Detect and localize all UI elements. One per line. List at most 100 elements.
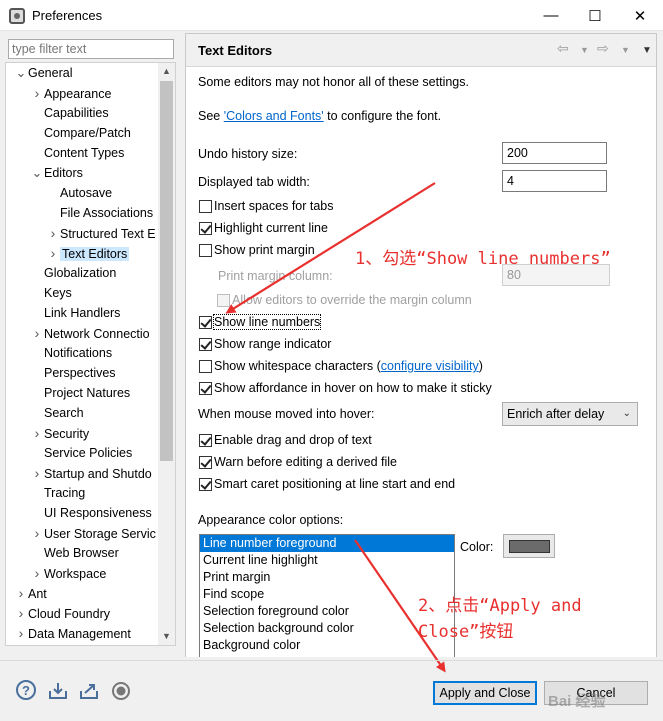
tree-item-label: Service Policies <box>44 446 133 460</box>
page-title: Text Editors <box>198 43 273 58</box>
forward-arrow-icon[interactable]: ⇨ <box>597 40 609 57</box>
tree-item[interactable]: Tracing <box>30 483 85 503</box>
allow-override-label: Allow editors to override the margin col… <box>232 293 472 307</box>
record-icon[interactable] <box>110 680 132 702</box>
tree-item[interactable]: › Data Management <box>14 623 131 643</box>
show-line-numbers-label: Show line numbers <box>212 314 322 330</box>
show-line-numbers-checkbox[interactable] <box>199 316 212 329</box>
show-whitespace-row: Show whitespace characters (configure vi… <box>214 359 483 373</box>
tree-item[interactable]: Content Types <box>30 143 124 163</box>
color-swatch <box>509 540 550 553</box>
color-option-item[interactable]: Line number foreground <box>200 535 454 552</box>
page-content: Some editors may not honor all of these … <box>186 67 656 657</box>
hover-select[interactable]: Enrich after delay ⌄ <box>502 402 638 426</box>
collapsed-twisty-icon[interactable]: › <box>14 583 28 603</box>
collapsed-twisty-icon[interactable]: › <box>30 323 44 343</box>
tree-item[interactable]: › Startup and Shutdo <box>30 463 152 483</box>
collapsed-twisty-icon[interactable]: › <box>14 623 28 643</box>
warn-derived-checkbox[interactable] <box>199 456 212 469</box>
collapsed-twisty-icon[interactable]: › <box>30 423 44 443</box>
tree-item[interactable]: › Cloud Foundry <box>14 603 110 623</box>
color-picker-button[interactable] <box>503 534 555 558</box>
minimize-button[interactable]: — <box>529 0 573 31</box>
show-whitespace-checkbox[interactable] <box>199 360 212 373</box>
see-colors-text: See 'Colors and Fonts' to configure the … <box>198 109 441 123</box>
tree-item[interactable]: › Structured Text E <box>46 223 156 243</box>
maximize-button[interactable]: ☐ <box>573 0 617 31</box>
tab-width-input[interactable] <box>502 170 607 192</box>
drag-drop-checkbox[interactable] <box>199 434 212 447</box>
view-menu-icon[interactable]: ▼ <box>642 45 652 56</box>
annotation-step2-line1: 2、点击“Apply and <box>418 596 582 616</box>
tree-item[interactable]: Perspectives <box>30 363 116 383</box>
show-range-checkbox[interactable] <box>199 338 212 351</box>
collapsed-twisty-icon[interactable]: › <box>30 523 44 543</box>
undo-history-input[interactable] <box>502 142 607 164</box>
color-option-item[interactable]: Selection background color <box>200 620 454 637</box>
tree-item[interactable]: Keys <box>30 283 72 303</box>
highlight-line-checkbox[interactable] <box>199 222 212 235</box>
show-affordance-checkbox[interactable] <box>199 382 212 395</box>
color-option-item[interactable]: Current line highlight <box>200 552 454 569</box>
export-icon[interactable] <box>78 680 100 702</box>
insert-spaces-checkbox[interactable] <box>199 200 212 213</box>
show-margin-checkbox[interactable] <box>199 244 212 257</box>
tree-item[interactable]: ⌄ Editors <box>30 163 83 183</box>
colors-fonts-link[interactable]: 'Colors and Fonts' <box>224 109 324 123</box>
intro-text: Some editors may not honor all of these … <box>198 75 469 89</box>
configure-visibility-link[interactable]: configure visibility <box>381 359 479 373</box>
tree-item[interactable]: › Workspace <box>30 563 107 583</box>
collapsed-twisty-icon[interactable]: › <box>14 603 28 623</box>
color-option-item[interactable]: Background color <box>200 637 454 654</box>
help-icon[interactable]: ? <box>16 680 36 700</box>
forward-menu-icon[interactable]: ▼ <box>621 45 630 55</box>
tree-item[interactable]: Link Handlers <box>30 303 120 323</box>
tree-item[interactable]: Web Browser <box>30 543 119 563</box>
expanded-twisty-icon[interactable]: ⌄ <box>30 163 44 183</box>
color-options-list[interactable]: Line number foreground Current line highl… <box>199 534 455 657</box>
back-arrow-icon[interactable]: ⇦ <box>557 40 569 57</box>
collapsed-twisty-icon[interactable]: › <box>46 243 60 263</box>
tree-item[interactable]: Globalization <box>30 263 116 283</box>
smart-caret-checkbox[interactable] <box>199 478 212 491</box>
tree-item[interactable]: › Ant <box>14 583 47 603</box>
scroll-down-icon[interactable]: ▼ <box>158 628 175 645</box>
filter-input[interactable] <box>8 39 174 59</box>
tree-item[interactable]: › Network Connectio <box>30 323 150 343</box>
collapsed-twisty-icon[interactable]: › <box>30 463 44 483</box>
expanded-twisty-icon[interactable]: ⌄ <box>14 63 28 83</box>
scroll-thumb[interactable] <box>160 81 173 461</box>
import-icon[interactable] <box>47 680 69 702</box>
tree-item-label: General <box>28 66 73 80</box>
tree-item[interactable]: › Security <box>30 423 90 443</box>
tree-item-label: Tracing <box>44 486 86 500</box>
bottom-divider <box>0 660 663 661</box>
tree-item[interactable]: Search <box>30 403 84 423</box>
collapsed-twisty-icon[interactable]: › <box>30 563 44 583</box>
color-option-item[interactable]: Print margin <box>200 569 454 586</box>
collapsed-twisty-icon[interactable]: › <box>30 83 44 103</box>
scroll-up-icon[interactable]: ▲ <box>158 63 175 80</box>
tree-item[interactable]: Compare/Patch <box>30 123 131 143</box>
back-menu-icon[interactable]: ▼ <box>580 45 589 55</box>
tree-item[interactable]: Capabilities <box>30 103 109 123</box>
tree-item-label: Keys <box>44 286 72 300</box>
tree-item-label: Compare/Patch <box>44 126 131 140</box>
tree-item[interactable]: Notifications <box>30 343 112 363</box>
collapsed-twisty-icon[interactable]: › <box>46 223 60 243</box>
tree-item[interactable]: Service Policies <box>30 443 132 463</box>
color-option-item[interactable]: Find scope <box>200 586 454 603</box>
tree-item[interactable]: File Associations <box>46 203 153 223</box>
tree-item[interactable]: Autosave <box>46 183 112 203</box>
color-option-item[interactable]: Selection foreground color <box>200 603 454 620</box>
close-button[interactable]: ✕ <box>618 0 662 31</box>
tree-item[interactable]: Project Natures <box>30 383 130 403</box>
tree-item[interactable]: › User Storage Servic <box>30 523 156 543</box>
tree-item[interactable]: › Text Editors <box>46 243 130 263</box>
tree-item[interactable]: ⌄ General <box>14 63 73 83</box>
tree-item[interactable]: › Appearance <box>30 83 112 103</box>
apply-and-close-button[interactable]: Apply and Close <box>433 681 537 705</box>
tree-item[interactable]: UI Responsiveness <box>30 503 152 523</box>
tree-scrollbar[interactable]: ▲ ▼ <box>158 63 175 645</box>
preference-tree[interactable]: ⌄ General › Appearance Capabilities Compare/P… <box>6 63 158 645</box>
